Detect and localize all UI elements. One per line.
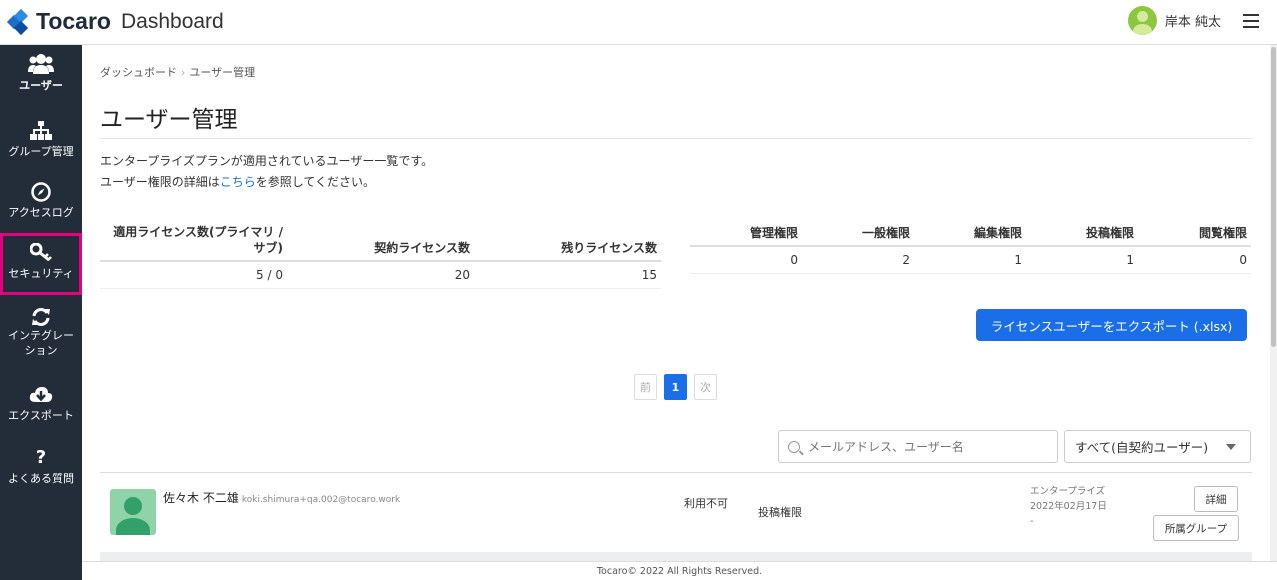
user-groups-button[interactable]: 所属グループ <box>1153 515 1239 541</box>
user-plan: エンタープライズ 2022年02月17日 - <box>1030 484 1110 529</box>
org-chart-icon <box>30 121 52 140</box>
compass-icon <box>31 182 51 202</box>
license-header-remaining: 残りライセンス数 <box>474 220 661 262</box>
logo-mark-icon <box>6 8 32 35</box>
sidebar-item-groups[interactable]: グループ管理 <box>0 121 82 161</box>
role-values-row: 0 2 1 1 0 <box>690 246 1251 274</box>
role-value-admin: 0 <box>690 246 802 274</box>
role-value-view: 0 <box>1138 246 1251 274</box>
search-icon <box>788 440 800 453</box>
license-value-contracted: 20 <box>287 261 474 289</box>
user-name-cell: 佐々木 不二雄 koki.shimura+qa.002@tocaro.work <box>163 489 400 506</box>
sidebar-item-faq[interactable]: ? よくある質問 <box>0 448 82 488</box>
sidebar-item-integration[interactable]: インテグレー ション <box>0 307 82 365</box>
sidebar: ユーザー グループ管理 アクセスログ セキュリティ インテグレー ション エクス… <box>0 45 82 580</box>
pager-next-button[interactable]: 次 <box>694 374 717 400</box>
pager-prev-button[interactable]: 前 <box>634 374 657 400</box>
sidebar-item-export[interactable]: エクスポート <box>0 385 82 425</box>
license-header-applied: 適用ライセンス数(プライマリ / サブ) <box>100 220 287 262</box>
user-role: 投稿権限 <box>758 506 802 519</box>
sidebar-item-label: インテグレー ション <box>0 328 82 358</box>
page-description: エンタープライズプランが適用されているユーザー一覧です。 ユーザー権限の詳細はこ… <box>100 151 433 193</box>
title-divider <box>100 138 1252 139</box>
user-status: 利用不可 <box>684 497 728 510</box>
role-value-general: 2 <box>802 246 914 274</box>
avatar[interactable] <box>1127 6 1157 35</box>
sidebar-item-label-line1: インテグレー <box>8 329 74 342</box>
list-bottom-strip <box>100 552 1252 561</box>
breadcrumb: ダッシュボード › ユーザー管理 <box>100 64 255 80</box>
users-icon <box>28 54 54 74</box>
scrollbar-thumb[interactable] <box>1271 47 1276 347</box>
user-avatar <box>110 489 156 535</box>
sync-icon <box>32 308 50 326</box>
username[interactable]: 岸本 純太 <box>1165 11 1221 30</box>
sidebar-item-label: セキュリティ <box>8 267 74 280</box>
role-header-edit: 編集権限 <box>914 220 1026 247</box>
cloud-download-icon <box>29 387 53 402</box>
description-post: を参照してください。 <box>255 175 376 189</box>
sidebar-item-access-log[interactable]: アクセスログ <box>0 182 82 222</box>
breadcrumb-separator-icon: › <box>181 66 186 79</box>
logo-text: Tocaro <box>36 8 111 34</box>
search-input[interactable] <box>808 439 1048 454</box>
sidebar-item-label: ユーザー <box>19 79 63 92</box>
tocaro-logo[interactable]: Tocaro Dashboard <box>6 8 224 35</box>
role-header-post: 投稿権限 <box>1026 220 1138 247</box>
user-name: 佐々木 不二雄 <box>163 491 239 505</box>
role-value-edit: 1 <box>914 246 1026 274</box>
role-header-general: 一般権限 <box>802 220 914 247</box>
sidebar-item-users[interactable]: ユーザー <box>0 53 82 109</box>
top-header: Tocaro Dashboard 岸本 純太 <box>0 0 1277 45</box>
export-licensed-users-button[interactable]: ライセンスユーザーをエクスポート (.xlsx) <box>976 309 1247 341</box>
user-plan-name: エンタープライズ <box>1030 486 1106 497</box>
license-value-applied: 5 / 0 <box>100 261 287 289</box>
page-scrollbar[interactable] <box>1270 45 1277 561</box>
sidebar-item-label: よくある質問 <box>8 472 74 485</box>
pager-page-1[interactable]: 1 <box>664 374 687 400</box>
sidebar-item-label: エクスポート <box>8 409 74 422</box>
sidebar-item-label-line2: ション <box>24 344 58 357</box>
footer: Tocaro© 2022 All Rights Reserved. <box>82 561 1277 580</box>
description-line-1: エンタープライズプランが適用されているユーザー一覧です。 <box>100 154 434 168</box>
sidebar-item-label: グループ管理 <box>8 145 74 158</box>
role-header-admin: 管理権限 <box>690 220 802 247</box>
sidebar-item-security[interactable]: セキュリティ <box>0 233 82 295</box>
breadcrumb-current: ユーザー管理 <box>189 66 256 79</box>
license-header-contracted: 契約ライセンス数 <box>287 220 474 262</box>
key-icon <box>30 243 52 262</box>
role-table: 管理権限 一般権限 編集権限 投稿権限 閲覧権限 0 2 1 1 0 <box>690 220 1251 274</box>
license-value-remaining: 15 <box>474 261 661 289</box>
role-header-view: 閲覧権限 <box>1138 220 1251 247</box>
license-values-row: 5 / 0 20 15 <box>100 261 661 289</box>
user-plan-date: 2022年02月17日 - <box>1030 501 1107 527</box>
table-row: 佐々木 不二雄 koki.shimura+qa.002@tocaro.work 利… <box>100 473 1252 553</box>
description-pre: ユーザー権限の詳細は <box>100 175 220 189</box>
sidebar-item-label: アクセスログ <box>8 206 74 219</box>
license-table: 適用ライセンス数(プライマリ / サブ) 契約ライセンス数 残りライセンス数 5… <box>100 220 661 289</box>
question-icon: ? <box>35 447 47 468</box>
user-search <box>778 430 1058 463</box>
chevron-down-icon <box>1226 444 1236 450</box>
page-title: ユーザー管理 <box>100 107 238 133</box>
pagination: 前 1 次 <box>634 374 724 400</box>
hamburger-menu-icon[interactable] <box>1243 13 1259 28</box>
user-filter-select[interactable]: すべて(自契約ユーザー) <box>1064 430 1251 463</box>
description-line-2: ユーザー権限の詳細はこちらを参照してください。 <box>100 172 433 193</box>
user-detail-button[interactable]: 詳細 <box>1194 486 1238 512</box>
user-menu[interactable]: 岸本 純太 <box>1127 6 1259 35</box>
filter-selected-value: すべて(自契約ユーザー) <box>1075 440 1209 455</box>
breadcrumb-home-link[interactable]: ダッシュボード <box>100 66 177 79</box>
dashboard-label: Dashboard <box>120 9 224 33</box>
permissions-help-link[interactable]: こちら <box>220 175 256 189</box>
user-email: koki.shimura+qa.002@tocaro.work <box>241 495 401 505</box>
role-value-post: 1 <box>1026 246 1138 274</box>
